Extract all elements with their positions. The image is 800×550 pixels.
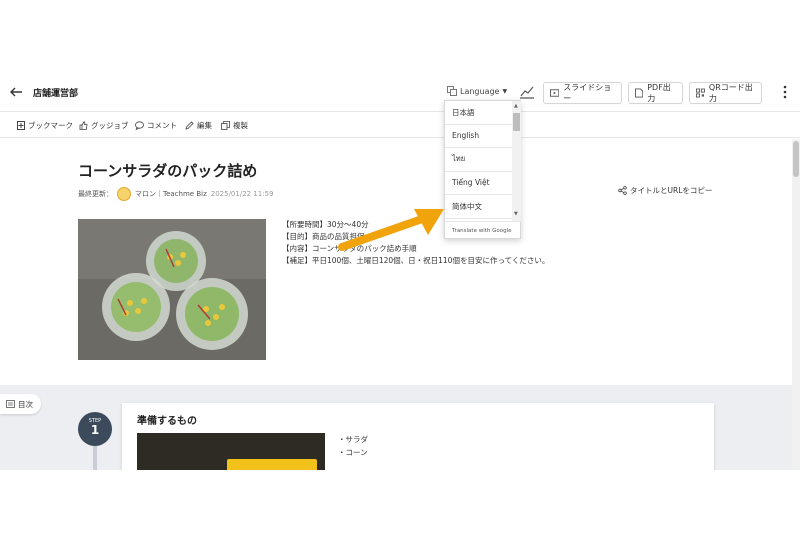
thumbs-up-icon — [79, 121, 88, 130]
toc-label: 目次 — [18, 399, 33, 409]
comment-icon — [135, 121, 144, 130]
pdf-export-button[interactable]: PDF出力 — [628, 82, 683, 104]
toc-button[interactable]: 目次 — [0, 394, 41, 414]
document-title: コーンサラダのパック詰め — [78, 162, 258, 180]
edit-label: 編集 — [197, 121, 212, 130]
page-scrollbar[interactable] — [792, 139, 800, 470]
bookmark-label: ブックマーク — [28, 121, 73, 130]
duplicate-button[interactable]: 複製 — [221, 120, 248, 131]
bookmark-icon — [17, 121, 25, 130]
copy-title-url-button[interactable]: タイトルとURLをコピー — [618, 185, 712, 196]
step-item: ・コーン — [338, 448, 368, 457]
share-icon — [618, 186, 627, 195]
pdf-icon — [635, 88, 644, 98]
author-name[interactable]: マロン｜Teachme Biz — [135, 189, 207, 199]
main-content: コーンサラダのパック詰め 最終更新： マロン｜Teachme Biz 2025/… — [0, 139, 792, 470]
dropdown-scrollbar[interactable]: ▲ ▼ — [512, 101, 521, 221]
scroll-down-icon[interactable]: ▼ — [514, 211, 518, 217]
slideshow-button[interactable]: スライドショー — [543, 82, 622, 104]
document-meta: 最終更新： マロン｜Teachme Biz 2025/01/22 11:59 — [78, 187, 274, 201]
language-option-vietnamese[interactable]: Tiếng Việt — [445, 172, 512, 195]
goodjob-label: グッジョブ — [91, 121, 129, 130]
action-bar: ブックマーク グッジョブ コメント 編集 複製 — [0, 112, 800, 138]
pdf-label: PDF出力 — [647, 83, 671, 103]
updated-date: 2025/01/22 11:59 — [210, 190, 274, 198]
bookmark-button[interactable]: ブックマーク — [17, 120, 73, 131]
step-items: ・サラダ ・コーン — [338, 433, 368, 459]
updated-label: 最終更新： — [78, 190, 113, 198]
page-title: 店舗運営部 — [33, 89, 79, 99]
caret-down-icon: ▼ — [502, 87, 508, 95]
step-badge: STEP 1 — [78, 412, 112, 446]
comment-button[interactable]: コメント — [135, 120, 177, 131]
info-note: 【補足】平日100個、土曜日120個、日・祝日110個を目安に作ってください。 — [282, 256, 550, 265]
qr-export-button[interactable]: QRコード出力 — [689, 82, 762, 104]
language-option-simplified-chinese[interactable]: 简体中文 — [445, 195, 512, 219]
step-number: 1 — [90, 423, 100, 437]
qr-code-icon — [696, 88, 705, 98]
step-item: ・サラダ — [338, 435, 368, 444]
edit-button[interactable]: 編集 — [185, 120, 212, 131]
copy-link-label: タイトルとURLをコピー — [630, 186, 713, 195]
salad-photo — [78, 219, 266, 360]
slideshow-label: スライドショー — [563, 83, 612, 103]
step-connector — [93, 446, 97, 470]
google-translate-credit: Translate with Google — [445, 221, 521, 239]
language-option-thai[interactable]: ไทย — [445, 148, 512, 172]
language-button[interactable]: Language ▼ — [447, 86, 507, 96]
duplicate-label: 複製 — [233, 121, 248, 130]
slideshow-icon — [550, 89, 560, 97]
app-window: 店舗運営部 Language ▼ スライドショー PDF出力 QRコード出力 ブ… — [0, 72, 800, 470]
pencil-icon — [185, 121, 194, 130]
dropdown-scrollbar-thumb[interactable] — [513, 113, 520, 131]
step-photo — [137, 433, 325, 470]
duplicate-icon — [221, 121, 230, 130]
step-photo-sign — [227, 459, 317, 470]
step-card: 準備するもの ・サラダ ・コーン — [122, 403, 714, 470]
top-header: 店舗運営部 Language ▼ スライドショー PDF出力 QRコード出力 — [0, 72, 800, 112]
language-label: Language — [460, 86, 500, 96]
language-option-english[interactable]: English — [445, 125, 512, 148]
more-options-icon[interactable] — [779, 84, 791, 100]
language-option-japanese[interactable]: 日本語 — [445, 101, 512, 125]
language-dropdown: 日本語 English ไทย Tiếng Việt 简体中文 ▲ ▼ Tran… — [444, 100, 521, 239]
analytics-icon[interactable] — [519, 85, 535, 99]
translate-icon — [447, 86, 457, 96]
avatar — [117, 187, 131, 201]
step-title: 準備するもの — [137, 416, 197, 427]
annotation-arrow-icon — [338, 209, 444, 251]
language-options: 日本語 English ไทย Tiếng Việt 简体中文 — [445, 101, 512, 221]
qr-label: QRコード出力 — [708, 83, 753, 103]
scroll-up-icon[interactable]: ▲ — [514, 103, 518, 109]
back-arrow-icon[interactable] — [8, 84, 24, 100]
list-icon — [6, 400, 15, 408]
page-scrollbar-thumb[interactable] — [793, 141, 799, 177]
goodjob-button[interactable]: グッジョブ — [79, 120, 129, 131]
comment-label: コメント — [147, 121, 177, 130]
